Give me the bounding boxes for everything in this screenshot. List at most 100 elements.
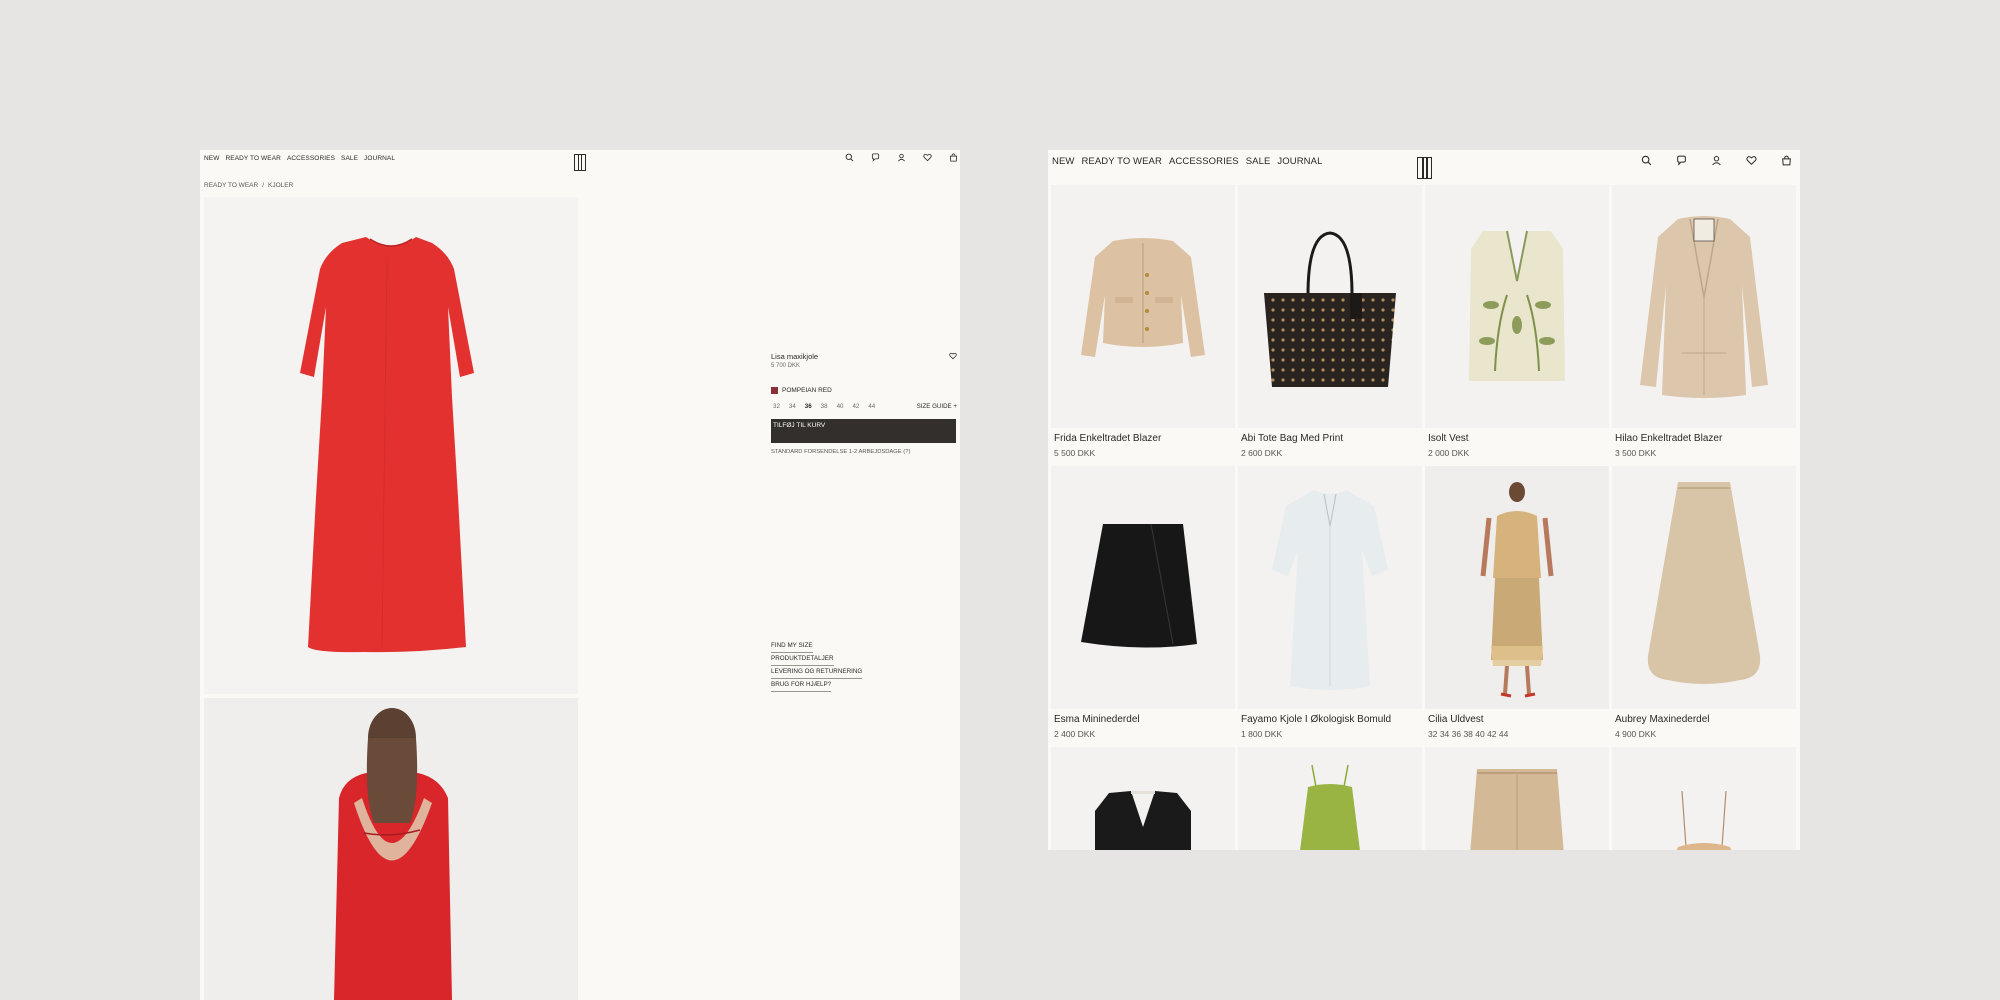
product-name[interactable]: Cilia Uldvest — [1428, 714, 1484, 725]
model-back-image — [204, 698, 578, 1000]
product-name[interactable]: Aubrey Maxinederdel — [1615, 714, 1710, 725]
bag-icon[interactable] — [949, 153, 958, 162]
product-image[interactable] — [1051, 185, 1235, 428]
nav-journal[interactable]: JOURNAL — [364, 155, 395, 162]
search-icon[interactable] — [1641, 155, 1652, 166]
brand-logo[interactable] — [574, 154, 586, 171]
product-card[interactable] — [1612, 747, 1796, 850]
header-icons — [845, 153, 958, 162]
red-dress-image — [300, 237, 474, 653]
account-icon[interactable] — [897, 153, 906, 162]
product-image[interactable] — [1612, 466, 1796, 709]
product-card[interactable] — [1051, 747, 1235, 850]
product-card[interactable]: Fayamo Kjole I Økologisk Bomuld 1 800 DK… — [1238, 466, 1422, 739]
nav-accessories[interactable]: ACCESSORIES — [1169, 156, 1239, 167]
product-image[interactable] — [1051, 466, 1235, 709]
nav-new[interactable]: NEW — [204, 155, 219, 162]
product-price: 2 400 DKK — [1054, 729, 1096, 739]
product-card[interactable] — [1238, 747, 1422, 850]
size-option[interactable]: 44 — [868, 403, 875, 410]
product-price: 2 000 DKK — [1428, 448, 1470, 458]
delivery-info: STANDARD FORSENDELSE 1-2 ARBEJDSDAGE (?) — [771, 449, 911, 455]
size-option[interactable]: 32 — [773, 403, 780, 410]
breadcrumb-ready-to-wear[interactable]: READY TO WEAR — [204, 182, 258, 189]
product-price: 3 500 DKK — [1615, 448, 1657, 458]
product-image-back[interactable] — [204, 698, 578, 1000]
product-card[interactable]: Esma Mininederdel 2 400 DKK — [1051, 466, 1235, 739]
product-image[interactable] — [1612, 747, 1796, 850]
blazer-image — [1081, 238, 1205, 357]
add-to-cart-button[interactable]: TILFØJ TIL KURV — [771, 419, 956, 443]
product-name[interactable]: Frida Enkeltradet Blazer — [1054, 433, 1161, 444]
account-icon[interactable] — [1711, 155, 1722, 166]
black-skirt-image — [1081, 523, 1197, 648]
nav-ready-to-wear[interactable]: READY TO WEAR — [1081, 156, 1162, 167]
color-selector[interactable]: POMPEIAN RED — [771, 387, 832, 394]
product-card[interactable] — [1425, 747, 1609, 850]
product-sizes: 32 34 36 38 40 42 44 — [1428, 729, 1509, 739]
main-nav: NEW READY TO WEAR ACCESSORIES SALE JOURN… — [1052, 156, 1322, 167]
wishlist-icon[interactable] — [1746, 155, 1757, 166]
product-image[interactable] — [1425, 747, 1609, 850]
header-icons — [1641, 155, 1792, 166]
product-title: Lisa maxikjole — [771, 352, 819, 361]
nav-sale[interactable]: SALE — [1246, 156, 1271, 167]
add-to-wishlist-icon[interactable] — [949, 352, 957, 360]
product-name[interactable]: Esma Mininederdel — [1054, 714, 1140, 725]
product-image[interactable] — [1238, 185, 1422, 428]
vest-image — [1469, 230, 1565, 381]
size-option[interactable]: 40 — [837, 403, 844, 410]
nav-accessories[interactable]: ACCESSORIES — [287, 155, 335, 162]
product-image[interactable] — [1238, 466, 1422, 709]
size-option-selected[interactable]: 36 — [805, 403, 812, 410]
model-outfit-image — [1480, 482, 1554, 698]
product-card[interactable]: Cilia Uldvest 32 34 36 38 40 42 44 — [1425, 466, 1609, 739]
bag-icon[interactable] — [1781, 155, 1792, 166]
size-option[interactable]: 34 — [789, 403, 796, 410]
search-icon[interactable] — [845, 153, 854, 162]
product-price: 5 700 DKK — [771, 363, 801, 369]
product-card[interactable]: Abi Tote Bag Med Print 2 600 DKK — [1238, 185, 1422, 458]
chat-icon[interactable] — [871, 153, 880, 162]
product-name[interactable]: Abi Tote Bag Med Print — [1241, 433, 1343, 444]
product-card[interactable]: Isolt Vest 2 000 DKK — [1425, 185, 1609, 458]
size-option[interactable]: 38 — [821, 403, 828, 410]
product-card[interactable]: Aubrey Maxinederdel 4 900 DKK — [1612, 466, 1796, 739]
product-image[interactable] — [1612, 185, 1796, 428]
white-dress-image — [1272, 490, 1388, 690]
product-name[interactable]: Hilao Enkeltradet Blazer — [1615, 433, 1722, 444]
product-price: 1 800 DKK — [1241, 729, 1283, 739]
green-slip-dress-image — [1300, 764, 1360, 850]
product-details-link[interactable]: PRODUKTDETALJER — [771, 653, 834, 666]
product-links: FIND MY SIZE PRODUKTDETALJER LEVERING OG… — [771, 640, 863, 692]
nav-new[interactable]: NEW — [1052, 156, 1074, 167]
breadcrumb-kjoler[interactable]: KJOLER — [268, 182, 293, 189]
brand-logo[interactable] — [1417, 157, 1432, 179]
product-card[interactable]: Frida Enkeltradet Blazer 5 500 DKK — [1051, 185, 1235, 458]
product-image[interactable] — [1051, 747, 1235, 850]
breadcrumb: READY TO WEAR / KJOLER — [204, 182, 293, 189]
product-image[interactable] — [1238, 747, 1422, 850]
need-help-link[interactable]: BRUG FOR HJÆLP? — [771, 679, 832, 692]
product-name[interactable]: Fayamo Kjole I Økologisk Bomuld — [1241, 714, 1391, 725]
product-image[interactable] — [1425, 185, 1609, 428]
color-swatch[interactable] — [771, 387, 778, 394]
tote-bag-image — [1264, 231, 1396, 387]
find-my-size-link[interactable]: FIND MY SIZE — [771, 640, 813, 653]
product-image[interactable] — [1425, 466, 1609, 709]
delivery-returns-link[interactable]: LEVERING OG RETURNERING — [771, 666, 863, 679]
product-card[interactable]: Hilao Enkeltradet Blazer 3 500 DKK — [1612, 185, 1796, 458]
size-guide-link[interactable]: SIZE GUIDE + — [917, 403, 957, 410]
main-nav: NEW READY TO WEAR ACCESSORIES SALE JOURN… — [204, 155, 395, 162]
product-image-front[interactable] — [204, 197, 578, 694]
chat-icon[interactable] — [1676, 155, 1687, 166]
wishlist-icon[interactable] — [923, 153, 932, 162]
product-name[interactable]: Isolt Vest — [1428, 433, 1469, 444]
nav-ready-to-wear[interactable]: READY TO WEAR — [225, 155, 280, 162]
nav-journal[interactable]: JOURNAL — [1277, 156, 1322, 167]
beige-maxiskirt-image — [1647, 482, 1761, 684]
size-option[interactable]: 42 — [852, 403, 859, 410]
nav-sale[interactable]: SALE — [341, 155, 358, 162]
product-price: 5 500 DKK — [1054, 448, 1096, 458]
beige-blazer-image — [1640, 216, 1768, 398]
